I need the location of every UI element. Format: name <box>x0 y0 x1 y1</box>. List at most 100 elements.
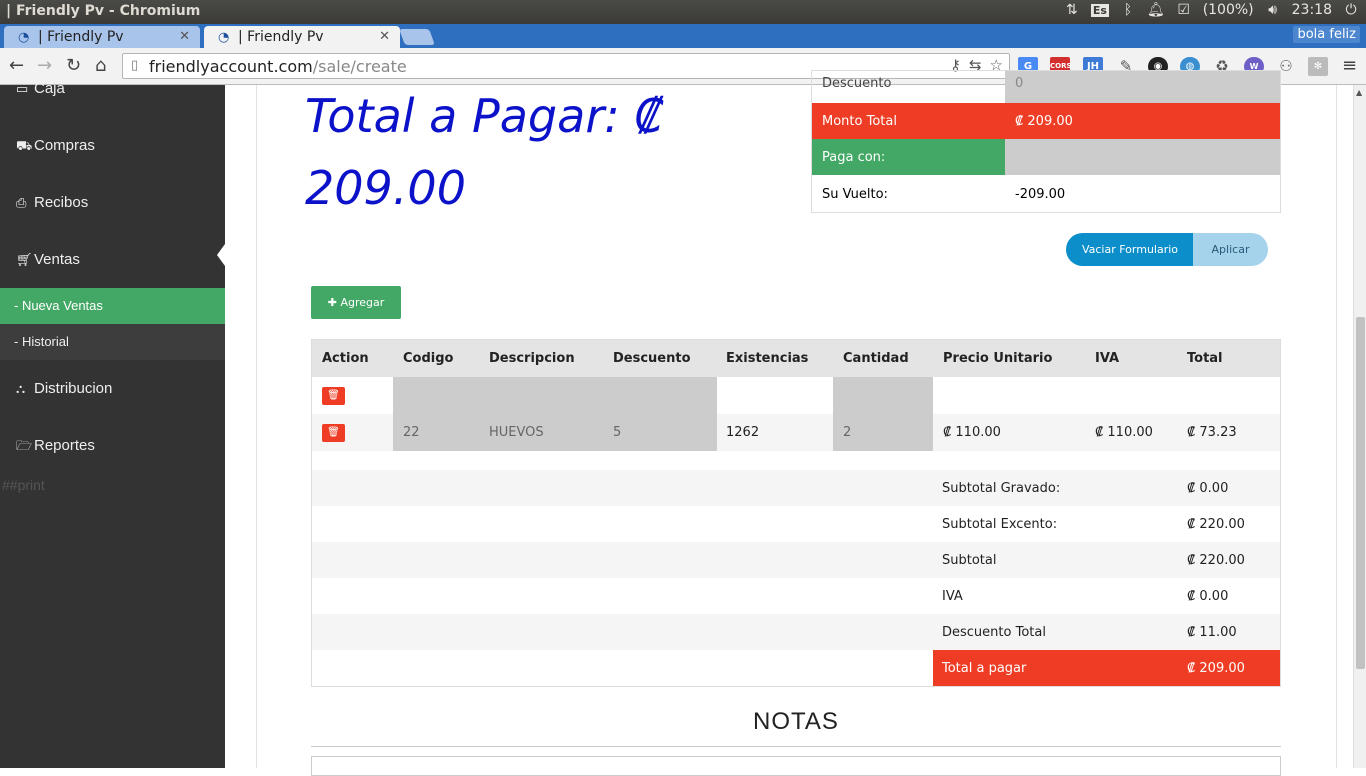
codigo-input[interactable] <box>393 377 717 414</box>
paga-con-label: Paga con: <box>812 139 1005 175</box>
scrollbar-thumb[interactable] <box>1356 317 1365 669</box>
sidebar-item-distribucion[interactable]: ⛬ Distribucion <box>16 380 112 397</box>
descuento-value[interactable]: 0 <box>1005 71 1280 107</box>
forward-arrow-icon[interactable]: → <box>37 55 52 76</box>
clock[interactable]: 23:18 <box>1292 2 1332 18</box>
monto-total-label: Monto Total <box>812 103 1005 139</box>
system-tray: ⇅ Es ᛒ 🔔︎ ☑ (100%) 🔊︎ 23:18 ⏻ <box>1065 2 1358 18</box>
summary-label: IVA <box>942 589 963 604</box>
descuento-row: Descuento 0 <box>812 71 1280 107</box>
summary-row: Subtotal Gravado: ₡ 0.00 <box>312 470 1280 506</box>
column-header: Existencias <box>726 351 809 366</box>
sidebar-item-reportes[interactable]: 🗁︎ Reportes <box>16 437 95 459</box>
volume-icon[interactable]: 🔊︎ <box>1266 2 1280 18</box>
trash-icon[interactable]: 🗑︎ <box>322 387 345 405</box>
keyboard-layout-indicator[interactable]: Es <box>1090 3 1109 17</box>
browser-tab[interactable]: ◔ | Friendly Pv ✕ <box>4 26 200 48</box>
browser-tab-active[interactable]: ◔ | Friendly Pv ✕ <box>204 26 400 48</box>
sidebar-item-label: Reportes <box>34 437 95 454</box>
summary-label: Subtotal Excento: <box>942 517 1058 532</box>
codigo-cell[interactable]: 22 <box>393 414 479 451</box>
sidebar-item-recibos[interactable]: ⎙ Recibos <box>16 194 88 211</box>
sidebar-item-label: Caja <box>34 80 65 97</box>
summary-row: IVA ₡ 0.00 <box>312 578 1280 614</box>
paga-con-input[interactable] <box>1005 139 1280 175</box>
existencias-cell: 1262 <box>726 425 760 440</box>
folder-open-icon: 🗁︎ <box>16 438 33 453</box>
sidebar-item-label: Ventas <box>34 251 80 268</box>
total-cell: ₡ 73.23 <box>1187 425 1237 440</box>
sidebar-item-compras[interactable]: ⛟ Compras <box>16 137 95 156</box>
summary-value: ₡ 220.00 <box>1187 553 1245 568</box>
tab-title: | Friendly Pv <box>238 29 324 45</box>
browser-tab-strip: ◔ | Friendly Pv ✕ ◔ | Friendly Pv ✕ bola… <box>0 24 1366 48</box>
sidebar-subitem-nueva-ventas[interactable]: - Nueva Ventas <box>0 288 225 324</box>
sidebar-item-caja[interactable]: ▭ Caja <box>16 80 65 97</box>
column-header: Descripcion <box>489 351 575 366</box>
power-icon[interactable]: ⏻ <box>1344 2 1358 18</box>
truck-icon: ⛟ <box>16 138 33 153</box>
table-row: 🗑︎ <box>312 377 1280 414</box>
profile-button[interactable]: bola feliz <box>1293 26 1360 43</box>
network-transfer-icon[interactable]: ⇅ <box>1065 2 1079 18</box>
site-favicon-icon: ◔ <box>218 30 230 45</box>
agregar-label: Agregar <box>340 296 385 309</box>
payment-summary: Descuento 0 Monto Total ₡ 209.00 Paga co… <box>811 70 1281 213</box>
descripcion-cell[interactable]: HUEVOS <box>479 414 603 451</box>
back-arrow-icon[interactable]: ← <box>9 55 24 76</box>
plus-icon: ✚ <box>327 296 337 309</box>
debug-print-text: ##print <box>2 477 45 493</box>
summary-value: ₡ 209.00 <box>1187 661 1245 676</box>
new-tab-button[interactable] <box>399 29 435 45</box>
agregar-button[interactable]: ✚ Agregar <box>311 286 401 319</box>
menu-hamburger-icon[interactable]: ≡ <box>1342 55 1357 76</box>
close-tab-icon[interactable]: ✕ <box>379 29 390 44</box>
summary-label: Total a pagar <box>942 661 1027 676</box>
bluetooth-icon[interactable]: ᛒ <box>1121 2 1135 18</box>
summary-value: ₡ 0.00 <box>1187 481 1229 496</box>
monto-total-row: Monto Total ₡ 209.00 <box>812 103 1280 139</box>
reload-icon[interactable]: ↻ <box>66 55 81 76</box>
column-header: Descuento <box>613 351 691 366</box>
notification-bell-icon[interactable]: 🔔︎ <box>1147 2 1165 18</box>
column-header: IVA <box>1095 351 1120 366</box>
os-title-bar: | Friendly Pv - Chromium ⇅ Es ᛒ 🔔︎ ☑ (10… <box>0 0 1366 24</box>
trash-icon[interactable]: 🗑︎ <box>322 424 345 442</box>
home-icon[interactable]: ⌂ <box>95 55 106 76</box>
column-header: Cantidad <box>843 351 909 366</box>
scroll-up-arrow-icon[interactable]: ▲ <box>1356 88 1362 97</box>
battery-status[interactable]: (100%) <box>1203 2 1254 18</box>
sidebar-item-ventas[interactable]: 🛒︎Ventas <box>16 251 80 268</box>
cash-icon: ▭ <box>16 81 29 96</box>
vaciar-formulario-button[interactable]: Vaciar Formulario <box>1066 233 1194 266</box>
column-header: Action <box>322 351 369 366</box>
page-scrollbar[interactable]: ▲ <box>1353 85 1366 768</box>
su-vuelto-label: Su Vuelto: <box>822 187 888 202</box>
url-domain: friendlyaccount.com <box>149 57 313 76</box>
descuento-cell[interactable]: 5 <box>603 414 717 451</box>
total-a-pagar-heading: Total a Pagar: ₡ 209.00 <box>305 89 664 215</box>
aplicar-button[interactable]: Aplicar <box>1193 233 1268 266</box>
puzzle-icon[interactable]: ✻ <box>1308 57 1328 76</box>
iva-cell: ₡ 110.00 <box>1095 425 1153 440</box>
cantidad-cell[interactable]: 2 <box>833 414 933 451</box>
active-section-caret <box>217 244 225 266</box>
cantidad-input[interactable] <box>833 377 933 414</box>
sidebar-item-label: Distribucion <box>34 380 113 397</box>
sidebar-item-label: Compras <box>34 137 95 154</box>
su-vuelto-value: -209.00 <box>1015 187 1066 202</box>
tab-title: | Friendly Pv <box>38 29 124 45</box>
divider <box>311 746 1281 747</box>
summary-label: Descuento Total <box>942 625 1046 640</box>
print-icon: ⎙ <box>16 195 27 210</box>
close-tab-icon[interactable]: ✕ <box>179 29 190 44</box>
summary-value: ₡ 220.00 <box>1187 517 1245 532</box>
summary-label: Subtotal <box>942 553 997 568</box>
notes-textarea[interactable] <box>311 756 1281 776</box>
clipboard-icon[interactable]: ☑ <box>1177 2 1191 18</box>
summary-row: Descuento Total ₡ 11.00 <box>312 614 1280 650</box>
summary-row: Subtotal ₡ 220.00 <box>312 542 1280 578</box>
column-header: Total <box>1187 351 1223 366</box>
sidebar-subitem-historial[interactable]: - Historial <box>0 324 225 360</box>
sidebar: ▭ Caja ⛟ Compras ⎙ Recibos 🛒︎Ventas - Nueva… <box>0 80 225 768</box>
